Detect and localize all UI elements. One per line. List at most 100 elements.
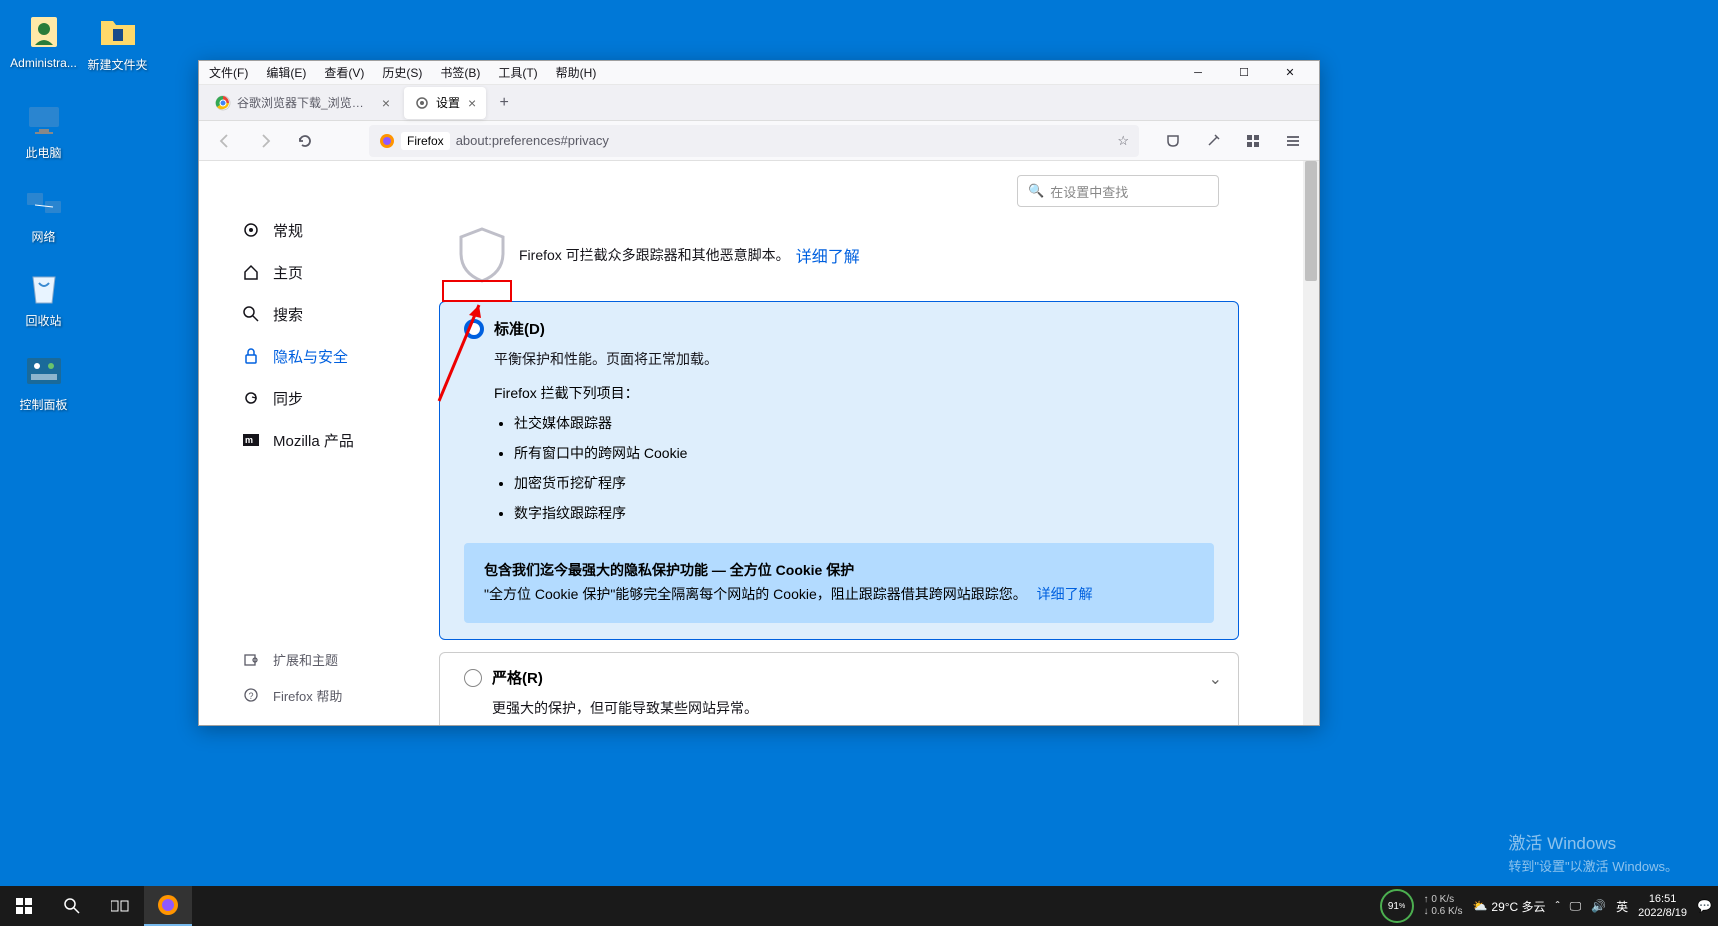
desktop-icon-controlpanel[interactable]: 控制面板 <box>6 352 81 413</box>
svg-text:m: m <box>245 435 253 445</box>
urlbar-text: about:preferences#privacy <box>456 133 1118 148</box>
list-item: 数字指纹跟踪程序 <box>514 503 1214 523</box>
standard-title: 标准(D) <box>494 318 545 339</box>
desktop-icon-recyclebin[interactable]: 回收站 <box>6 268 81 329</box>
window-minimize[interactable]: ─ <box>1175 61 1221 85</box>
sidebar-item-help[interactable]: ?Firefox 帮助 <box>229 679 354 711</box>
help-icon: ? <box>241 685 261 705</box>
start-button[interactable] <box>0 886 48 926</box>
sidebar-item-extensions[interactable]: 扩展和主题 <box>229 643 354 675</box>
info-learn-more-link[interactable]: 详细了解 <box>1037 586 1093 602</box>
taskbar-search[interactable] <box>48 886 96 926</box>
account-button[interactable] <box>1197 125 1229 157</box>
clock-date: 2022/8/19 <box>1638 906 1687 920</box>
tray-monitor-icon[interactable]: 🖵 <box>1570 899 1582 914</box>
ime-indicator[interactable]: 英 <box>1616 898 1628 915</box>
menu-file[interactable]: 文件(F) <box>205 62 252 83</box>
scroll-thumb[interactable] <box>1305 161 1317 281</box>
tab-strip: 谷歌浏览器下载_浏览器官网入口 × 设置 × + <box>199 85 1319 121</box>
etp-header: Firefox 可拦截众多跟踪器和其他恶意脚本。 详细了解 <box>439 225 1239 285</box>
protection-strict-card[interactable]: 严格(R) 更强大的保护，但可能导致某些网站异常。 ⌄ <box>439 652 1239 725</box>
watermark-line1: 激活 Windows <box>1508 831 1678 857</box>
notification-icon[interactable]: 💬 <box>1697 899 1712 913</box>
sidebar-item-home[interactable]: 主页 <box>229 253 429 291</box>
sidebar-item-search[interactable]: 搜索 <box>229 295 429 333</box>
info-body: "全方位 Cookie 保护"能够完全隔离每个网站的 Cookie，阻止跟踪器借… <box>484 586 1027 602</box>
sidebar-label: 常规 <box>273 220 303 241</box>
radio-standard[interactable] <box>464 319 484 339</box>
tab-chrome-download[interactable]: 谷歌浏览器下载_浏览器官网入口 × <box>205 87 400 119</box>
controlpanel-icon <box>24 352 64 392</box>
url-bar[interactable]: Firefox about:preferences#privacy ☆ <box>369 125 1139 157</box>
watermark-line2: 转到"设置"以激活 Windows。 <box>1508 857 1678 877</box>
mozilla-icon: m <box>241 430 261 450</box>
forward-button[interactable] <box>249 125 281 157</box>
menu-edit[interactable]: 编辑(E) <box>262 62 310 83</box>
new-tab-button[interactable]: + <box>490 89 518 117</box>
content-area: 常规 主页 搜索 隐私与安全 同步 mMozilla 产品 扩展和主题 ?Fir… <box>199 161 1319 725</box>
menu-help[interactable]: 帮助(H) <box>552 62 601 83</box>
gear-icon <box>241 220 261 240</box>
search-icon <box>241 304 261 324</box>
urlbar-prefix: Firefox <box>401 132 450 150</box>
scrollbar[interactable] <box>1303 161 1319 725</box>
clock-time: 16:51 <box>1638 892 1687 906</box>
task-view[interactable] <box>96 886 144 926</box>
gear-icon <box>414 95 430 111</box>
search-placeholder: 在设置中查找 <box>1050 182 1128 201</box>
desktop-label: Administra... <box>6 56 81 70</box>
svg-text:?: ? <box>249 691 254 701</box>
taskbar: 91% ↑ 0 K/s ↓ 0.6 K/s ⛅29°C 多云 ˆ 🖵 🔊 英 1… <box>0 886 1718 926</box>
strict-desc: 更强大的保护，但可能导致某些网站异常。 <box>492 698 1214 718</box>
strict-title: 严格(R) <box>492 667 543 688</box>
battery-indicator[interactable]: 91% <box>1380 889 1414 923</box>
taskbar-firefox[interactable] <box>144 886 192 926</box>
taskbar-clock[interactable]: 16:51 2022/8/19 <box>1638 892 1687 921</box>
radio-strict[interactable] <box>464 669 482 687</box>
desktop-icon-thispc[interactable]: 此电脑 <box>6 100 81 161</box>
tab-settings[interactable]: 设置 × <box>404 87 486 119</box>
weather-widget[interactable]: ⛅29°C 多云 <box>1472 898 1545 915</box>
menu-view[interactable]: 查看(V) <box>320 62 368 83</box>
folder-icon <box>98 12 138 52</box>
tab-close-icon[interactable]: × <box>468 95 476 111</box>
extensions-button[interactable] <box>1237 125 1269 157</box>
tab-label: 谷歌浏览器下载_浏览器官网入口 <box>237 94 374 111</box>
menu-tools[interactable]: 工具(T) <box>494 62 541 83</box>
lock-icon <box>241 346 261 366</box>
list-item: 加密货币挖矿程序 <box>514 473 1214 493</box>
protection-standard-card[interactable]: 标准(D) 平衡保护和性能。页面将正常加载。 Firefox 拦截下列项目： 社… <box>439 301 1239 640</box>
tab-label: 设置 <box>436 94 460 111</box>
menubar: 文件(F) 编辑(E) 查看(V) 历史(S) 书签(B) 工具(T) 帮助(H… <box>199 61 1319 85</box>
sidebar-item-privacy[interactable]: 隐私与安全 <box>229 337 429 375</box>
window-close[interactable]: ✕ <box>1267 61 1313 85</box>
annotation-redbox <box>442 280 512 302</box>
standard-block-list: 社交媒体跟踪器 所有窗口中的跨网站 Cookie 加密货币挖矿程序 数字指纹跟踪… <box>514 413 1214 523</box>
sidebar-item-sync[interactable]: 同步 <box>229 379 429 417</box>
save-pocket-button[interactable] <box>1157 125 1189 157</box>
window-maximize[interactable]: ☐ <box>1221 61 1267 85</box>
desktop-icon-folder[interactable]: 新建文件夹 <box>80 12 155 73</box>
desktop-icon-admin[interactable]: Administra... <box>6 12 81 70</box>
sidebar-label: 主页 <box>273 262 303 283</box>
tray-chevron-icon[interactable]: ˆ <box>1556 899 1560 913</box>
back-button[interactable] <box>209 125 241 157</box>
desktop-icon-network[interactable]: 网络 <box>6 184 81 245</box>
reload-button[interactable] <box>289 125 321 157</box>
tray-volume-icon[interactable]: 🔊 <box>1591 899 1606 913</box>
bookmark-star-icon[interactable]: ☆ <box>1117 133 1129 149</box>
etp-learn-more-link[interactable]: 详细了解 <box>796 243 860 267</box>
menu-history[interactable]: 历史(S) <box>378 62 426 83</box>
menu-bookmarks[interactable]: 书签(B) <box>436 62 484 83</box>
sidebar-label: 搜索 <box>273 304 303 325</box>
chevron-down-icon[interactable]: ⌄ <box>1209 669 1222 689</box>
sidebar-item-general[interactable]: 常规 <box>229 211 429 249</box>
tab-close-icon[interactable]: × <box>382 95 390 111</box>
firefox-icon <box>379 133 395 149</box>
sidebar-label: Mozilla 产品 <box>273 430 354 451</box>
toolbar: Firefox about:preferences#privacy ☆ <box>199 121 1319 161</box>
settings-search[interactable]: 🔍 在设置中查找 <box>1017 175 1219 207</box>
app-menu-button[interactable] <box>1277 125 1309 157</box>
sidebar-item-mozilla[interactable]: m Mozilla 产品 <box>229 421 429 459</box>
sidebar-label: 隐私与安全 <box>273 346 348 367</box>
